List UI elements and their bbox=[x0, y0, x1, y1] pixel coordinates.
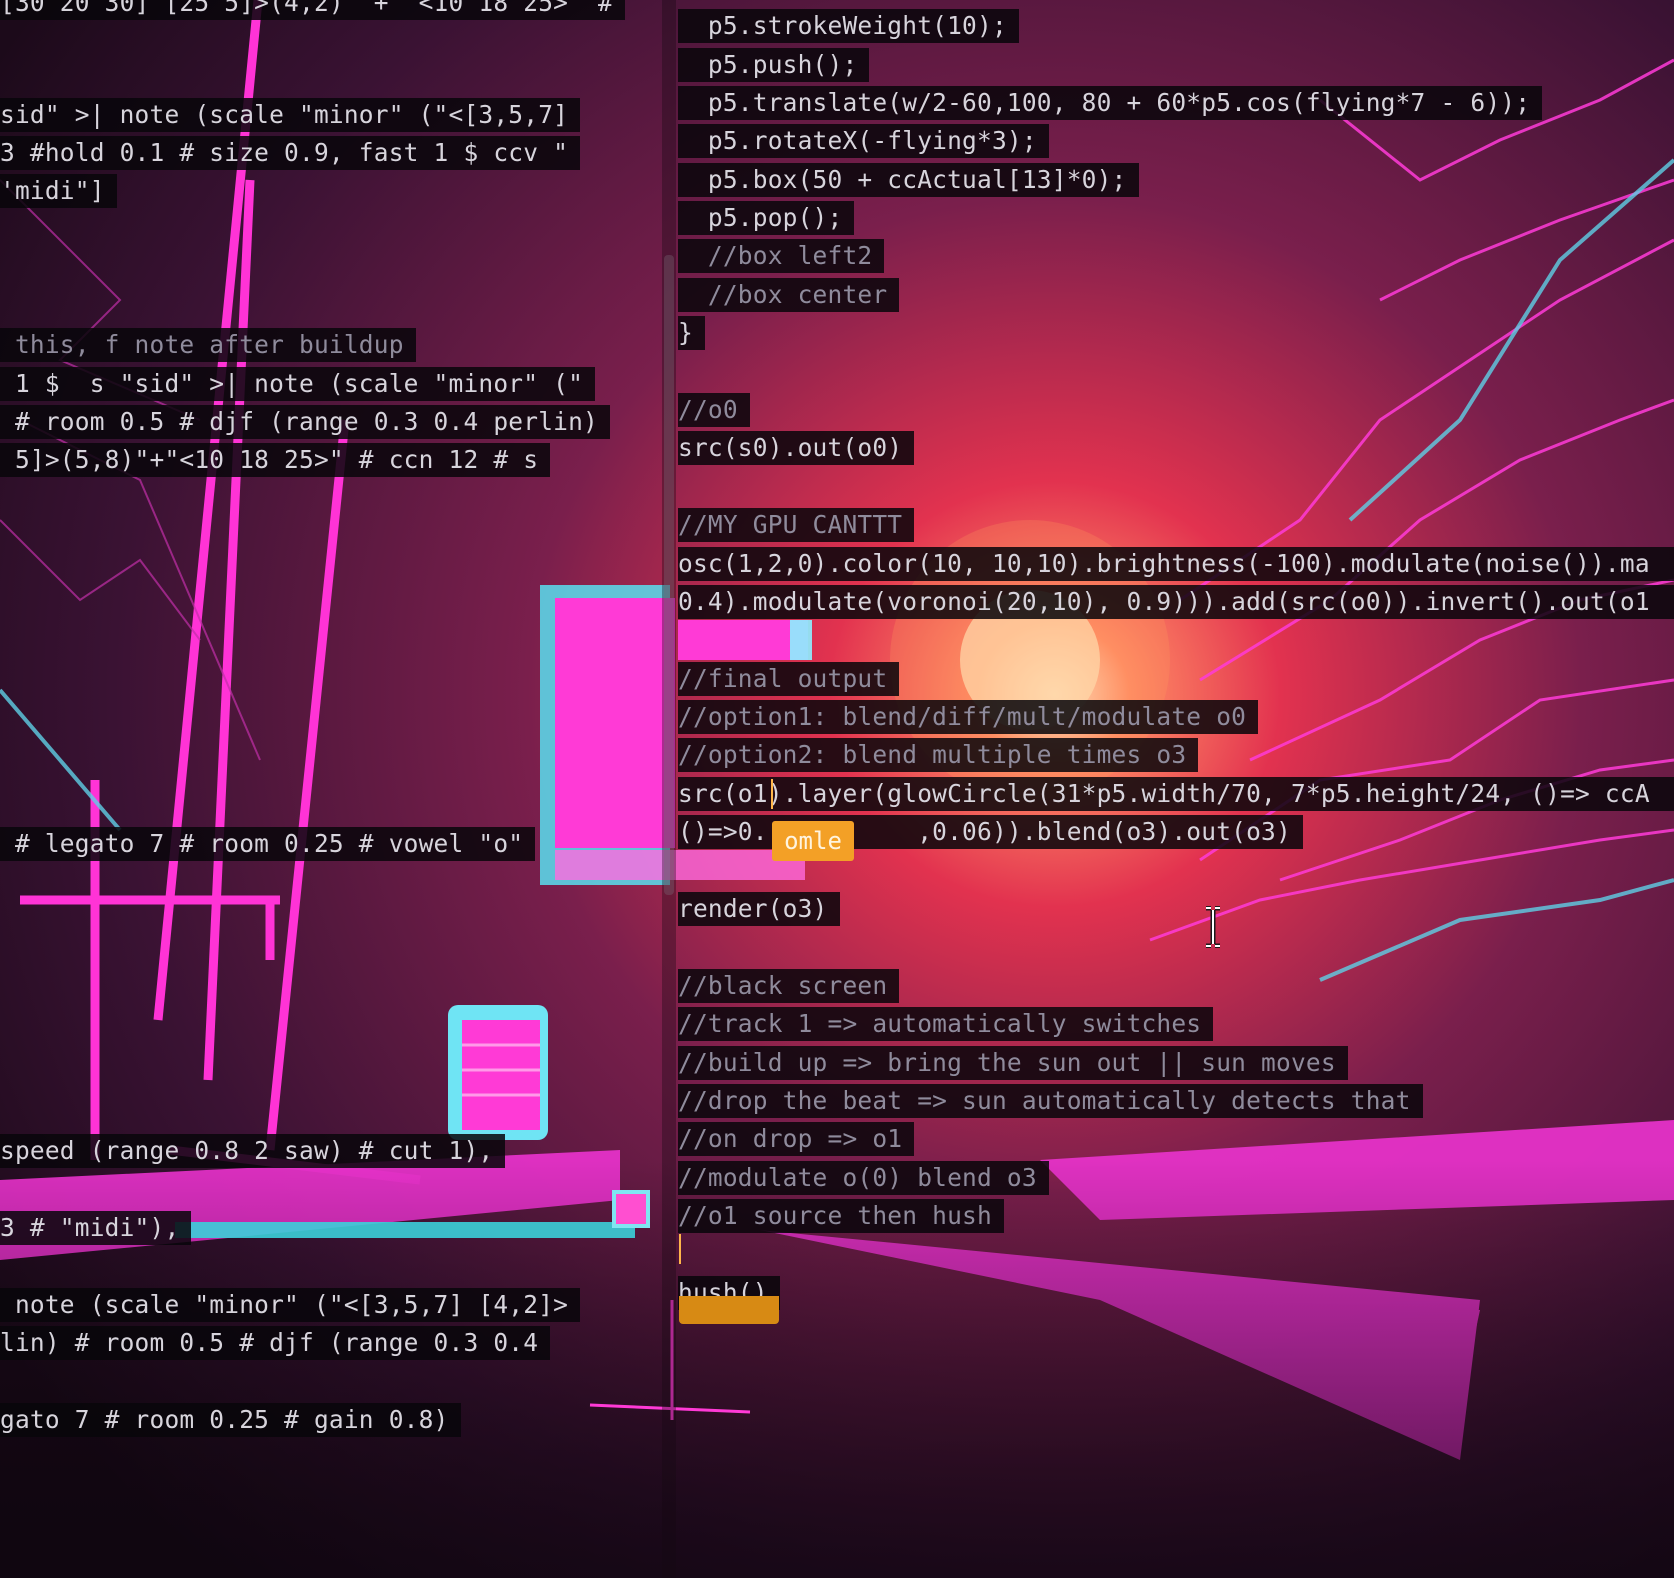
code-line[interactable]: sid" >| note (scale "minor" ("<[3,5,7] bbox=[0, 98, 581, 132]
editor-pane-right[interactable]: p5.strokeWeight(10); p5.push(); p5.trans… bbox=[678, 0, 1674, 1578]
code-line[interactable]: p5.translate(w/2-60,100, 80 + 60*p5.cos(… bbox=[678, 86, 1543, 120]
code-line[interactable]: //modulate o(0) blend o3 bbox=[678, 1161, 1049, 1195]
i-beam-cursor-icon bbox=[1206, 906, 1220, 948]
code-line[interactable]: //box center bbox=[678, 278, 900, 312]
code-line[interactable]: 5]>(5,8)"+"<10 18 25>" # ccn 12 # s bbox=[0, 443, 551, 477]
code-line[interactable]: note (scale "minor" ("<[3,5,7] [4,2]> bbox=[0, 1288, 581, 1322]
code-line[interactable]: render(o3) bbox=[678, 892, 840, 926]
code-line[interactable]: //track 1 => automatically switches bbox=[678, 1007, 1214, 1041]
code-line[interactable]: this, f note after buildup bbox=[0, 328, 416, 362]
code-line[interactable]: # room 0.5 # djf (range 0.3 0.4 perlin) bbox=[0, 405, 611, 439]
code-line[interactable]: //box left2 bbox=[678, 239, 885, 273]
evaluated-highlight bbox=[679, 1296, 779, 1324]
code-line[interactable]: //o0 bbox=[678, 393, 750, 427]
code-line[interactable]: p5.strokeWeight(10); bbox=[678, 9, 1019, 43]
code-line[interactable]: 3 #hold 0.1 # size 0.9, fast 1 $ ccv " bbox=[0, 136, 581, 170]
code-line[interactable]: } bbox=[678, 316, 705, 350]
code-line[interactable]: //black screen bbox=[678, 969, 900, 1003]
code-line[interactable]: speed (range 0.8 2 saw) # cut 1), bbox=[0, 1134, 506, 1168]
code-line[interactable]: 0.4).modulate(voronoi(20,10), 0.9))).add… bbox=[678, 585, 1674, 619]
code-line[interactable]: lin) # room 0.5 # djf (range 0.3 0.4 bbox=[0, 1326, 551, 1360]
code-line[interactable]: //MY GPU CANTTT bbox=[678, 508, 915, 542]
code-line[interactable]: 1 $ s "sid" >| note (scale "minor" (" bbox=[0, 367, 596, 401]
code-line[interactable]: p5.push(); bbox=[678, 48, 870, 82]
code-line[interactable]: //on drop => o1 bbox=[678, 1122, 915, 1156]
code-line[interactable]: //build up => bring the sun out || sun m… bbox=[678, 1046, 1348, 1080]
code-line[interactable]: src(s0).out(o0) bbox=[678, 431, 915, 465]
code-line[interactable]: # legato 7 # room 0.25 # vowel "o" bbox=[0, 827, 536, 861]
code-line[interactable]: //o1 source then hush bbox=[678, 1199, 1004, 1233]
code-line[interactable]: [30 20 30] [25 5]>(4,2)" + "<10 18 25>" … bbox=[0, 0, 625, 20]
editor-pane-left[interactable]: [30 20 30] [25 5]>(4,2)" + "<10 18 25>" … bbox=[0, 0, 660, 1578]
scrollbar-thumb[interactable] bbox=[664, 255, 674, 895]
autocomplete-popup[interactable]: omle bbox=[772, 821, 854, 861]
code-line[interactable]: //drop the beat => sun automatically det… bbox=[678, 1084, 1423, 1118]
code-line[interactable]: p5.box(50 + ccActual[13]*0); bbox=[678, 163, 1139, 197]
code-line[interactable]: osc(1,2,0).color(10, 10,10).brightness(-… bbox=[678, 547, 1674, 581]
code-line[interactable]: 'midi"] bbox=[0, 174, 117, 208]
code-line[interactable]: //final output bbox=[678, 662, 900, 696]
code-line[interactable]: p5.pop(); bbox=[678, 201, 855, 235]
code-line[interactable]: p5.rotateX(-flying*3); bbox=[678, 124, 1049, 158]
code-line[interactable]: src(o1).layer(glowCircle(31*p5.width/70,… bbox=[678, 777, 1674, 811]
code-line[interactable]: //option1: blend/diff/mult/modulate o0 bbox=[678, 700, 1259, 734]
code-line[interactable]: //option2: blend multiple times o3 bbox=[678, 738, 1199, 772]
text-cursor bbox=[771, 779, 773, 809]
code-line[interactable]: gato 7 # room 0.25 # gain 0.8) bbox=[0, 1403, 461, 1437]
text-cursor bbox=[679, 1234, 681, 1264]
code-line[interactable]: 3 # "midi"), bbox=[0, 1211, 192, 1245]
